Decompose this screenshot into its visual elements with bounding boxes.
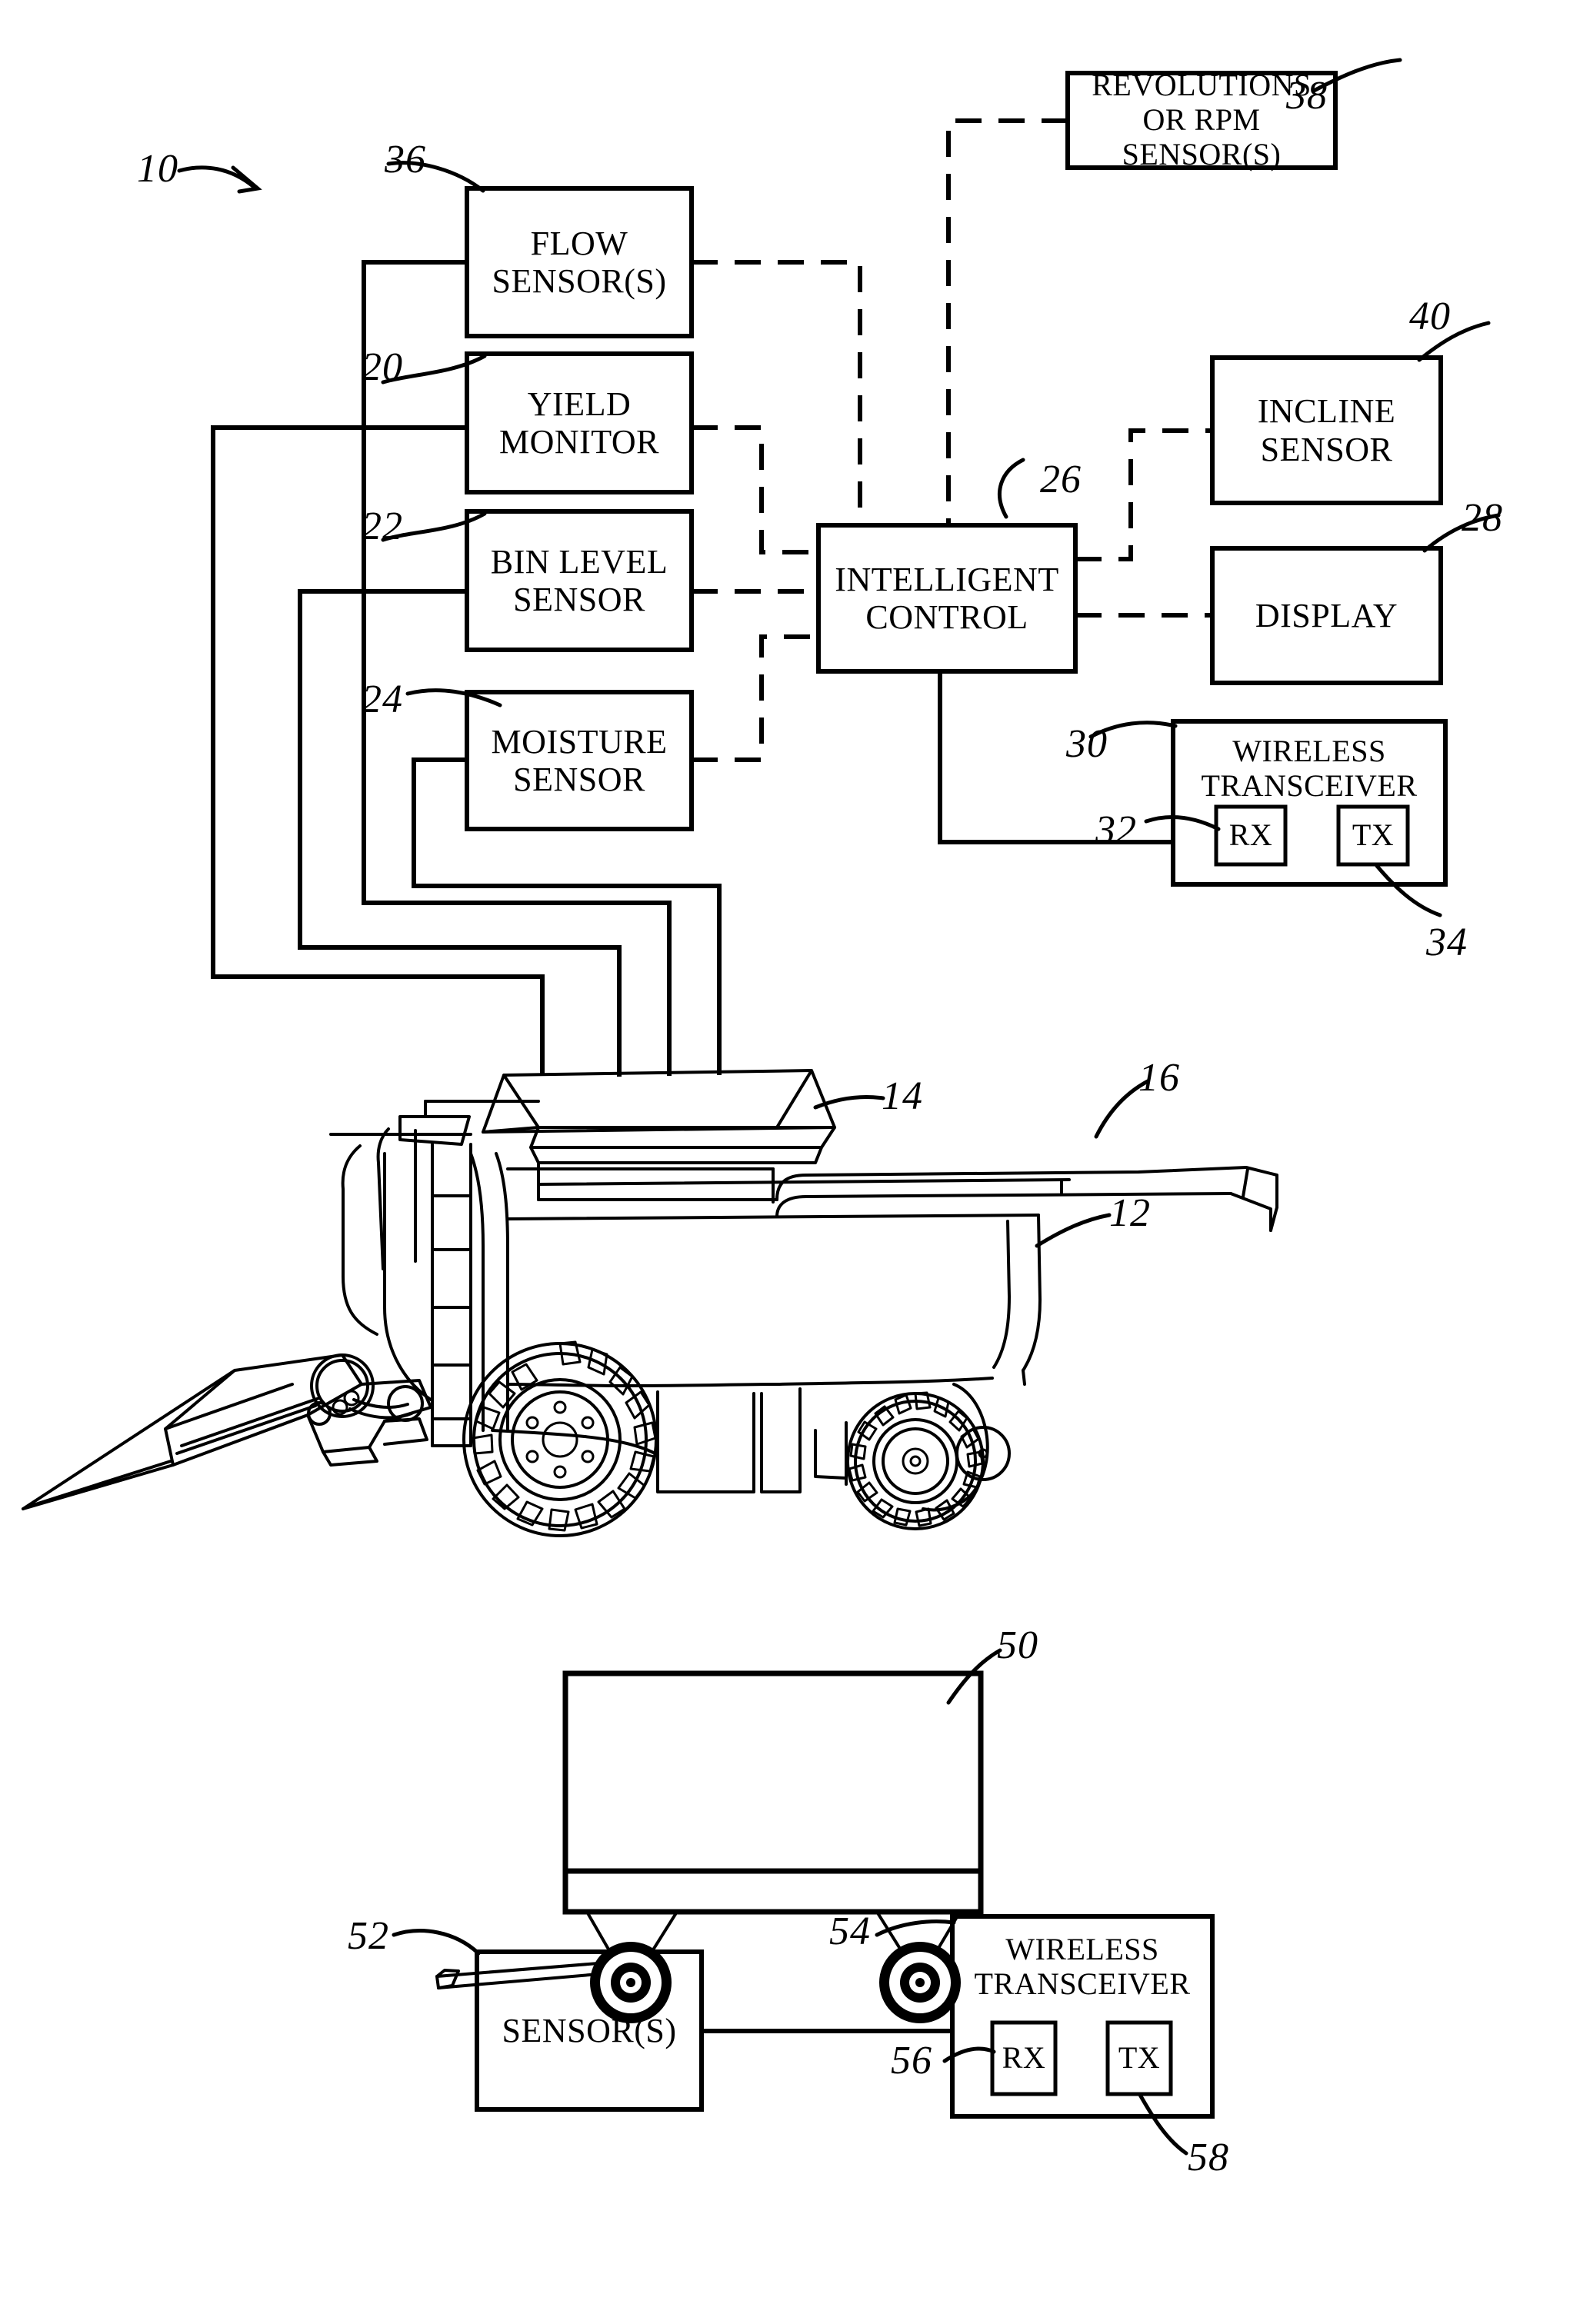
wire-control-to-incline bbox=[1075, 428, 1212, 561]
rx-box-combine[interactable] bbox=[1214, 804, 1288, 867]
wire-yield-to-control bbox=[692, 425, 818, 554]
lead-line-30 bbox=[1088, 721, 1178, 739]
lead-line-32 bbox=[1144, 815, 1221, 831]
figure-canvas bbox=[22, 58, 1501, 2156]
rpm-sensor-box[interactable] bbox=[1065, 71, 1338, 170]
wire-control-to-transceiver bbox=[938, 671, 1173, 844]
cart-wheel-front bbox=[590, 1942, 672, 2023]
lead-line-58 bbox=[1138, 2093, 1188, 2156]
cart-wheel-rear bbox=[879, 1942, 961, 2023]
lead-line-34 bbox=[1375, 864, 1442, 917]
combine-front-wheel bbox=[462, 1340, 658, 1537]
grain-cart-illustration bbox=[435, 1670, 984, 2023]
lead-line-50 bbox=[946, 1648, 1002, 1705]
wire-moisture-to-control bbox=[692, 634, 818, 762]
tx-box-cart[interactable] bbox=[1105, 2020, 1173, 2096]
combine-rear-wheel bbox=[846, 1391, 985, 1530]
patent-figure: FLOW SENSOR(S) YIELD MONITOR BIN LEVEL S… bbox=[0, 0, 1590, 2324]
combine-harvester-illustration bbox=[22, 1069, 1278, 1537]
display-box[interactable] bbox=[1210, 546, 1443, 685]
wire-rpm-to-control bbox=[946, 118, 1068, 525]
wireless-transceiver-combine-box[interactable] bbox=[1171, 719, 1448, 887]
bin-level-sensor-box[interactable] bbox=[465, 509, 694, 652]
yield-monitor-box[interactable] bbox=[465, 351, 694, 494]
incline-sensor-box[interactable] bbox=[1210, 355, 1443, 505]
lead-line-16 bbox=[1094, 1079, 1150, 1139]
tx-box-combine[interactable] bbox=[1336, 804, 1410, 867]
lead-line-52 bbox=[392, 1929, 481, 1956]
lead-line-12 bbox=[1035, 1213, 1112, 1248]
lead-line-26 bbox=[998, 458, 1025, 519]
wire-yield-to-combine bbox=[211, 425, 545, 1074]
wire-bin-to-combine bbox=[298, 589, 622, 1077]
flow-sensor-box[interactable] bbox=[465, 186, 694, 338]
wire-flow-to-control bbox=[692, 260, 862, 525]
wire-flow-to-combine bbox=[362, 260, 672, 1076]
rx-box-cart[interactable] bbox=[990, 2020, 1058, 2096]
lead-line-40 bbox=[1417, 321, 1491, 362]
wire-moisture-to-combine bbox=[412, 757, 722, 1075]
lead-arrow-10 bbox=[231, 165, 262, 194]
lead-line-28 bbox=[1422, 513, 1501, 553]
lead-line-22 bbox=[381, 511, 487, 542]
intelligent-control-box[interactable] bbox=[816, 523, 1078, 674]
moisture-sensor-box[interactable] bbox=[465, 690, 694, 831]
lead-line-20 bbox=[381, 354, 487, 385]
